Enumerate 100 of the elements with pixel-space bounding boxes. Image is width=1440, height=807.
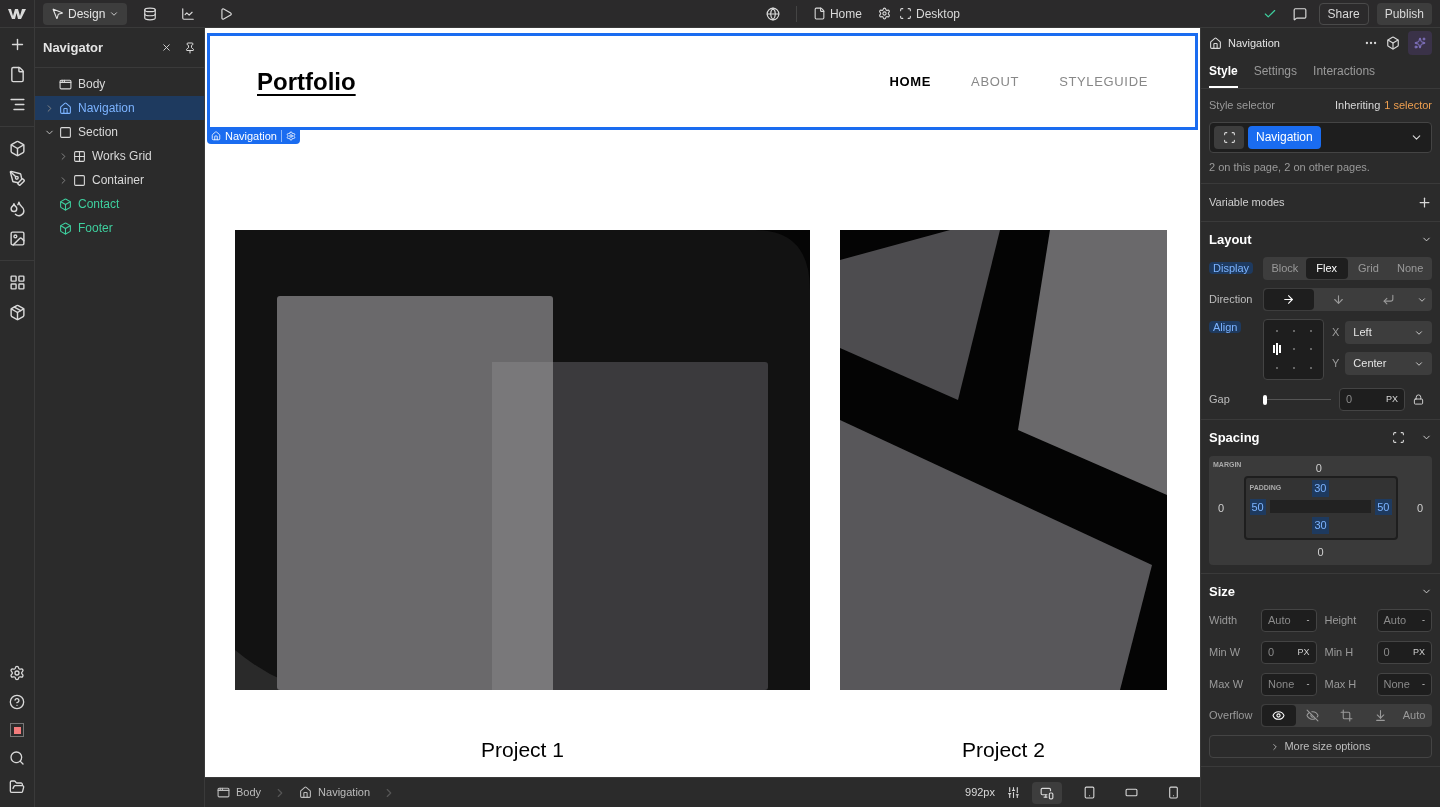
lock-icon[interactable] <box>1413 394 1424 405</box>
page-icon[interactable] <box>8 66 26 83</box>
overflow-option[interactable] <box>1262 705 1296 726</box>
navigator-item[interactable]: Contact <box>35 192 204 216</box>
plus-icon[interactable] <box>1417 194 1432 210</box>
align-dropdown[interactable]: Left <box>1345 321 1432 344</box>
direction-option[interactable] <box>1264 289 1314 310</box>
apps-icon[interactable] <box>8 274 26 291</box>
item-label: Footer <box>78 220 113 236</box>
home-icon <box>211 131 221 141</box>
nav-link[interactable]: STYLEGUIDE <box>1059 71 1148 92</box>
size-field[interactable]: None - <box>1261 673 1317 696</box>
spacing-preset-icon[interactable] <box>1392 431 1405 445</box>
more-size-options-button[interactable]: More size options <box>1209 735 1432 758</box>
navigator-item[interactable]: Footer <box>35 216 204 240</box>
droplets-icon[interactable] <box>8 200 26 217</box>
unit-label: - <box>1306 613 1310 627</box>
gap-slider[interactable] <box>1263 394 1331 405</box>
folder-icon[interactable] <box>9 779 25 795</box>
padding-value[interactable]: 30 <box>1312 480 1329 497</box>
chart-icon[interactable] <box>181 6 196 21</box>
section-label: Variable modes <box>1209 195 1285 210</box>
navigator-item[interactable]: Navigation <box>35 96 204 120</box>
inherited-selector-link[interactable]: 1 selector <box>1384 97 1432 114</box>
field-value: 0 <box>1383 645 1390 661</box>
nav-link[interactable]: HOME <box>889 71 932 92</box>
pin-icon[interactable] <box>184 41 196 54</box>
field-value: Auto <box>1268 613 1291 629</box>
item-label: Navigation <box>78 100 135 116</box>
sliders-icon[interactable] <box>1007 786 1020 799</box>
margin-value[interactable]: 0 <box>1412 499 1428 517</box>
navigator-item[interactable]: Works Grid <box>35 144 204 168</box>
unit-label: - <box>1306 677 1310 691</box>
navigator-item[interactable]: Section <box>35 120 204 144</box>
navigator-item[interactable]: Container <box>35 168 204 192</box>
design-mode-button[interactable]: Design <box>43 2 128 25</box>
search-icon[interactable] <box>9 750 25 766</box>
wrap-icon <box>1381 293 1395 306</box>
ai-assistant-button[interactable] <box>1408 31 1432 55</box>
item-label: Works Grid <box>92 148 152 164</box>
field-value: Auto <box>1383 613 1407 629</box>
arrow-right-icon <box>1282 293 1296 306</box>
close-icon[interactable] <box>161 42 172 53</box>
item-label: Contact <box>78 196 120 212</box>
square-icon <box>73 173 86 187</box>
size-field[interactable]: Auto - <box>1376 609 1432 632</box>
brand-logo[interactable]: Portfolio <box>257 63 356 100</box>
share-button[interactable]: Share <box>1318 2 1369 25</box>
globe-icon[interactable] <box>765 6 780 21</box>
navigator-item[interactable]: Body <box>35 72 204 96</box>
alignment-grid[interactable] <box>1263 319 1324 380</box>
image-icon[interactable] <box>8 230 26 247</box>
package-icon[interactable] <box>8 304 26 321</box>
navigator-icon[interactable] <box>8 96 26 113</box>
padding-value[interactable]: 50 <box>1249 498 1266 515</box>
field-label: Min W <box>1209 645 1242 661</box>
breadcrumb[interactable]: Body <box>217 784 262 801</box>
display-option[interactable]: None <box>1389 258 1431 279</box>
size-field[interactable]: Auto - <box>1261 609 1317 632</box>
breakpoint-selector[interactable]: Desktop <box>898 4 960 23</box>
align-dropdown[interactable]: Center <box>1345 352 1432 375</box>
cube-icon[interactable] <box>1386 36 1400 50</box>
page-icon <box>812 7 826 20</box>
field-label: Min H <box>1324 645 1355 661</box>
play-icon[interactable] <box>219 6 234 21</box>
selector-field[interactable]: Navigation <box>1209 121 1432 153</box>
pen-icon[interactable] <box>8 170 26 187</box>
panel-tab[interactable]: Interactions <box>1313 58 1376 88</box>
display-option[interactable]: Grid <box>1347 258 1390 279</box>
comment-icon[interactable] <box>1292 6 1307 21</box>
home-icon <box>59 101 72 115</box>
cube-icon <box>59 197 72 211</box>
margin-value[interactable]: 0 <box>1315 459 1322 476</box>
size-field[interactable]: 0 PX <box>1261 641 1317 664</box>
page-selector[interactable]: Home <box>812 4 862 23</box>
size-field[interactable]: 0 PX <box>1376 641 1432 664</box>
gap-field[interactable]: 0 PX <box>1339 388 1405 411</box>
padding-value[interactable]: 50 <box>1375 498 1392 515</box>
panel-tab[interactable]: Style <box>1209 58 1238 88</box>
nav-link[interactable]: ABOUT <box>971 71 1020 92</box>
margin-value[interactable]: 0 <box>1317 544 1324 561</box>
padding-value[interactable]: 30 <box>1312 517 1329 534</box>
device-button[interactable] <box>1032 781 1062 804</box>
panel-tab[interactable]: Settings <box>1253 58 1298 88</box>
desktop-icon <box>1040 785 1054 800</box>
settings-icon[interactable] <box>877 7 891 20</box>
size-field[interactable]: None - <box>1376 673 1432 696</box>
settings-icon[interactable] <box>9 665 25 681</box>
margin-value[interactable]: 0 <box>1213 499 1229 517</box>
publish-button[interactable]: Publish <box>1376 2 1432 25</box>
overflow-option[interactable]: Auto <box>1397 705 1431 726</box>
breadcrumb[interactable]: Navigation <box>299 784 371 801</box>
display-option[interactable]: Block <box>1264 258 1306 279</box>
help-icon[interactable] <box>9 694 25 710</box>
display-option[interactable]: Flex <box>1305 258 1348 279</box>
stop-icon[interactable] <box>10 723 24 737</box>
database-icon[interactable] <box>143 6 158 21</box>
axis-label: Y <box>1332 356 1340 372</box>
sparkle-icon <box>1414 37 1426 49</box>
cube-icon[interactable] <box>8 140 26 157</box>
